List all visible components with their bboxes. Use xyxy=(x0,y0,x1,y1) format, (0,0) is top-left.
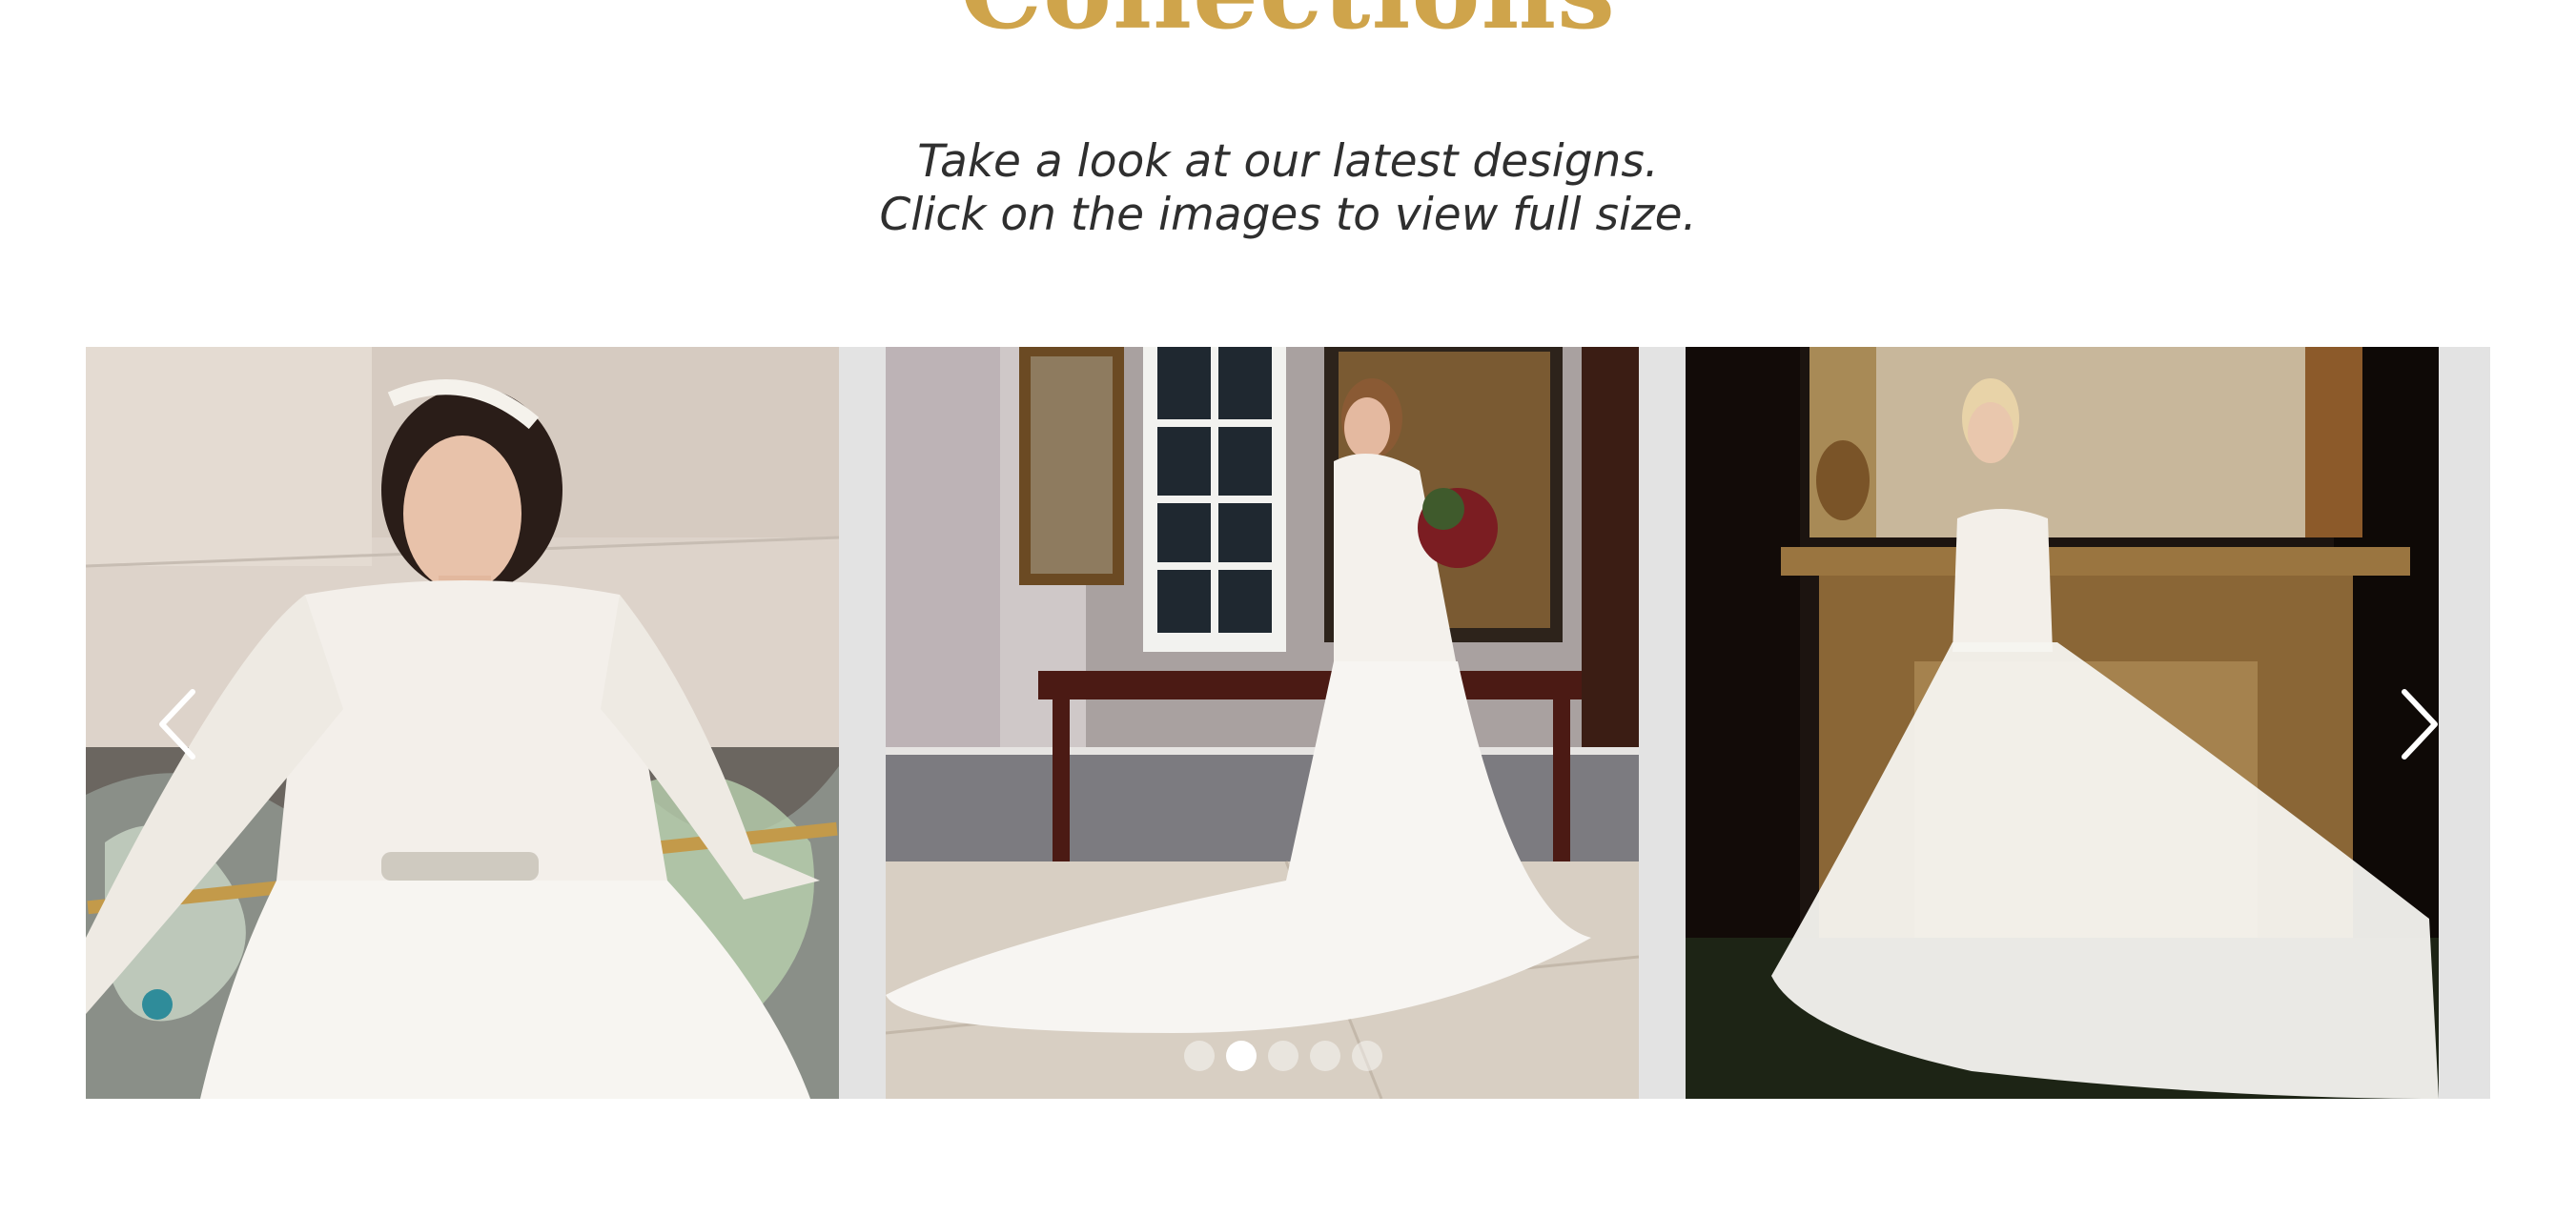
carousel-dot-4[interactable] xyxy=(1310,1041,1340,1071)
collections-carousel xyxy=(86,347,2490,1099)
carousel-slide-3[interactable] xyxy=(1686,347,2439,1099)
carousel-slide-2[interactable] xyxy=(886,347,1639,1099)
chevron-right-icon xyxy=(2402,689,2438,760)
chevron-left-icon xyxy=(159,689,195,760)
section-subtitle: Take a look at our latest designs. Click… xyxy=(0,135,2576,242)
subtitle-line-2: Click on the images to view full size. xyxy=(879,189,1697,241)
carousel-dot-2[interactable] xyxy=(1226,1041,1257,1071)
bride-fireplace-gown-photo xyxy=(1686,347,2439,1099)
carousel-prev-button[interactable] xyxy=(139,682,215,766)
carousel-dot-3[interactable] xyxy=(1268,1041,1298,1071)
subtitle-line-1: Take a look at our latest designs. xyxy=(917,135,1659,188)
bride-train-hall-photo xyxy=(886,347,1639,1099)
section-title: Collections xyxy=(0,0,2576,44)
carousel-next-button[interactable] xyxy=(2382,682,2458,766)
carousel-dot-1[interactable] xyxy=(1184,1041,1215,1071)
carousel-pagination xyxy=(1184,1041,1382,1071)
carousel-dot-5[interactable] xyxy=(1352,1041,1382,1071)
